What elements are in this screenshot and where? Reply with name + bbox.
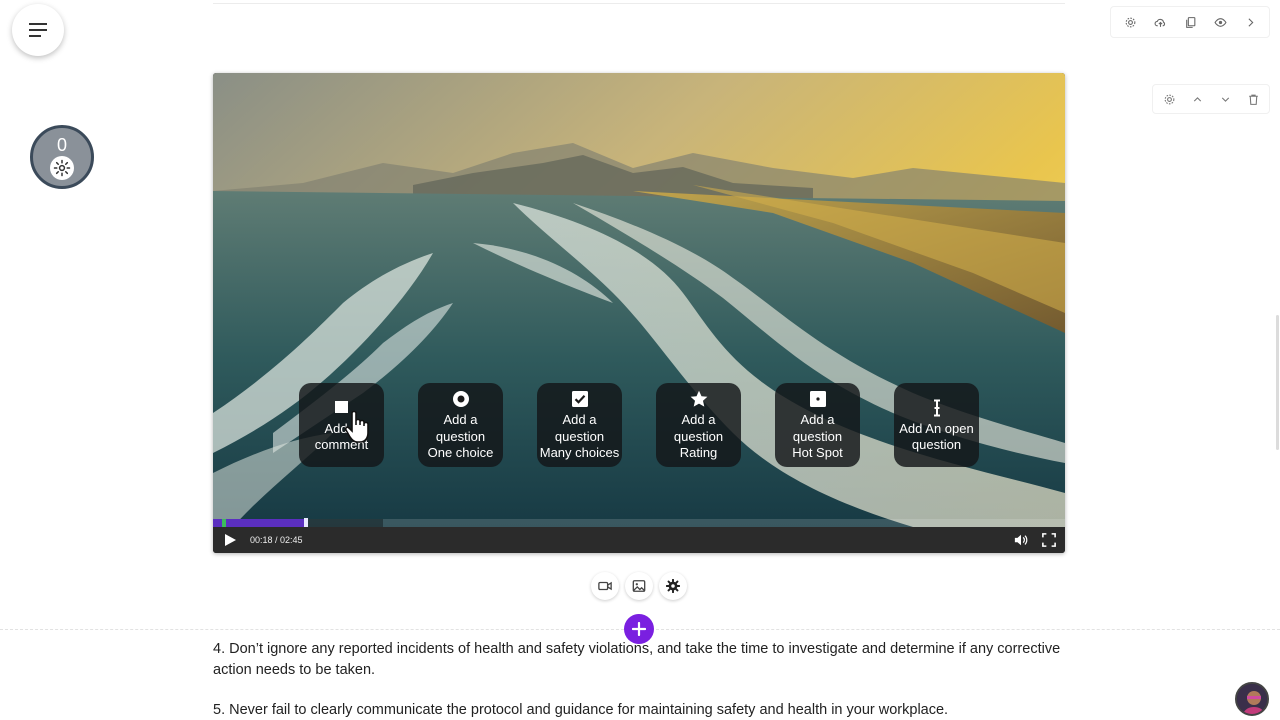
page-scrollbar[interactable] [1276,315,1279,450]
add-question-hot-spot-button[interactable]: Add a question Hot Spot [775,383,860,467]
volume-button[interactable] [1013,532,1029,548]
video-player[interactable]: Add a comment Add a question One choice … [213,73,1065,553]
trash-icon [1248,94,1258,105]
open-question-line-1: Add An open [899,420,974,436]
hot-spot-line-1: Add a [800,412,835,428]
fullscreen-button[interactable] [1041,532,1057,548]
add-question-many-choices-button[interactable]: Add a question Many choices [537,383,622,467]
cloud-upload-button[interactable] [1149,11,1171,33]
cloud-upload-icon [1154,18,1165,27]
add-question-rating-button[interactable]: Add a question Rating [656,383,741,467]
score-counter[interactable]: 0 [30,125,94,189]
chevron-right-icon [1247,17,1253,27]
page-toolbar [1110,6,1270,38]
one-choice-line-2: question [435,428,486,444]
gear-icon [666,579,680,593]
rating-line-2: question [673,428,724,444]
avatar-image [1237,684,1267,714]
preview-button[interactable] [1209,11,1231,33]
radio-icon [452,390,470,408]
hot-spot-line-3: Hot Spot [792,445,843,461]
video-progress-bar[interactable] [213,518,1065,528]
media-tools [591,572,687,600]
hot-spot-line-2: question [792,428,843,444]
delete-block-button[interactable] [1242,88,1264,110]
top-rule [213,0,1065,4]
copy-icon [1185,16,1195,28]
block-toolbar [1152,84,1270,114]
open-question-line-2: question [911,437,962,452]
block-settings-button[interactable] [1158,88,1180,110]
counter-settings-button[interactable] [50,156,74,180]
fullscreen-icon [1042,533,1056,547]
many-choices-line-3: Many choices [539,445,620,461]
user-avatar[interactable] [1235,682,1269,716]
video-tool-button[interactable] [591,572,619,600]
menu-button[interactable] [12,4,64,56]
gear-icon [1164,94,1174,104]
move-up-button[interactable] [1186,88,1208,110]
gear-icon [1125,17,1135,27]
many-choices-line-1: Add a [562,412,597,428]
volume-icon [1014,534,1028,546]
image-tool-button[interactable] [625,572,653,600]
text-cursor-icon [928,399,946,417]
copy-button[interactable] [1179,11,1201,33]
rating-line-1: Add a [681,412,716,428]
many-choices-line-2: question [554,428,605,444]
video-camera-icon [598,581,612,591]
counter-value: 0 [56,135,67,155]
one-choice-line-1: Add a [443,412,478,428]
add-question-one-choice-button[interactable]: Add a question One choice [418,383,503,467]
chevron-down-icon [1221,96,1229,102]
hand-pointer-cursor-icon [344,410,369,443]
chevron-up-icon [1193,96,1201,102]
add-open-question-button[interactable]: Add An open question [894,383,979,467]
question-marker[interactable] [222,519,226,527]
play-icon[interactable] [223,533,237,547]
one-choice-line-3: One choice [427,445,494,461]
hotspot-icon [809,390,827,408]
content-paragraph-4: 4. Don’t ignore any reported incidents o… [213,641,1061,678]
progress-played [213,519,306,527]
hamburger-icon [29,23,47,37]
question-type-buttons: Add a comment Add a question One choice … [299,383,979,467]
eye-icon [1213,17,1227,27]
checkbox-icon [571,390,589,408]
video-controls: 00:18 / 02:45 [213,527,1065,553]
media-settings-button[interactable] [659,572,687,600]
next-button[interactable] [1239,11,1261,33]
page-settings-button[interactable] [1119,11,1141,33]
video-time: 00:18 / 02:45 [250,535,303,545]
image-icon [632,580,646,592]
star-icon [690,390,708,408]
move-down-button[interactable] [1214,88,1236,110]
content-paragraph-5: 5. Never fail to clearly communicate the… [213,702,949,718]
plus-icon [632,622,646,636]
rating-line-3: Rating [679,445,718,461]
gear-icon [53,159,71,177]
